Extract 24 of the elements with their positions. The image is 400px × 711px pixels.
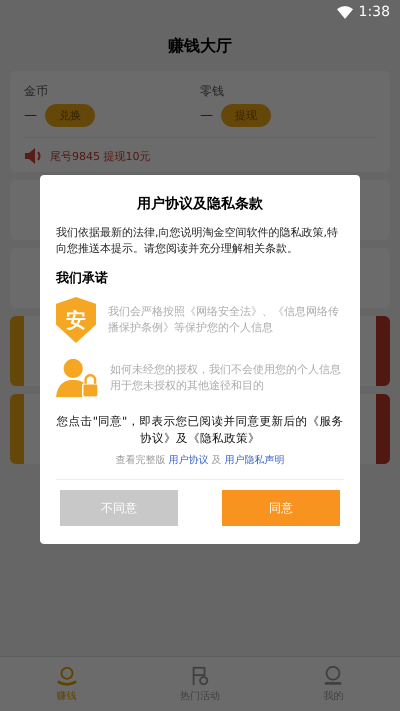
links-joiner: 及 xyxy=(212,454,222,467)
wallet-value: — xyxy=(200,108,213,123)
announcement-text: 尾号9845 提现10元 xyxy=(50,148,150,164)
user-agreement-link[interactable]: 用户协议 xyxy=(168,453,208,467)
person-icon xyxy=(322,665,344,687)
wifi-icon xyxy=(336,6,353,18)
agree-button[interactable]: 同意 xyxy=(222,490,340,526)
wallet-value: — xyxy=(24,108,37,123)
promise-text: 如何未经您的授权，我们不会使用您的个人信息用于您未授权的其他途径和目的 xyxy=(110,362,342,394)
privacy-statement-link[interactable]: 用户隐私声明 xyxy=(224,453,284,467)
page-title: 赚钱大厅 xyxy=(167,36,233,57)
promise-text: 我们会严格按照《网络安全法》、《信息网络传播保护条例》等保护您的个人信息 xyxy=(108,304,340,336)
links-prefix: 查看完整版 xyxy=(116,454,166,467)
promise-heading: 我们承诺 xyxy=(56,270,109,287)
wallet-label: 零钱 xyxy=(200,83,225,100)
user-lock-icon xyxy=(56,357,98,399)
status-time: 1:38 xyxy=(358,4,390,20)
shield-icon: 安 xyxy=(56,297,96,343)
coin-hand-icon xyxy=(56,665,78,687)
nav-tab[interactable]: 赚钱 xyxy=(0,657,134,711)
dialog-title: 用户协议及隐私条款 xyxy=(136,195,264,213)
consent-text: 您点击"同意"，即表示您已阅读并同意更新后的《服务协议》及《隐私政策》 xyxy=(56,413,344,447)
dialog-intro: 我们依据最新的法律,向您说明淘金空间软件的隐私政策,特向您推送本提示。请您阅读并充分理解相关条款。 xyxy=(56,225,339,257)
wallet-label: 金币 xyxy=(24,83,49,100)
